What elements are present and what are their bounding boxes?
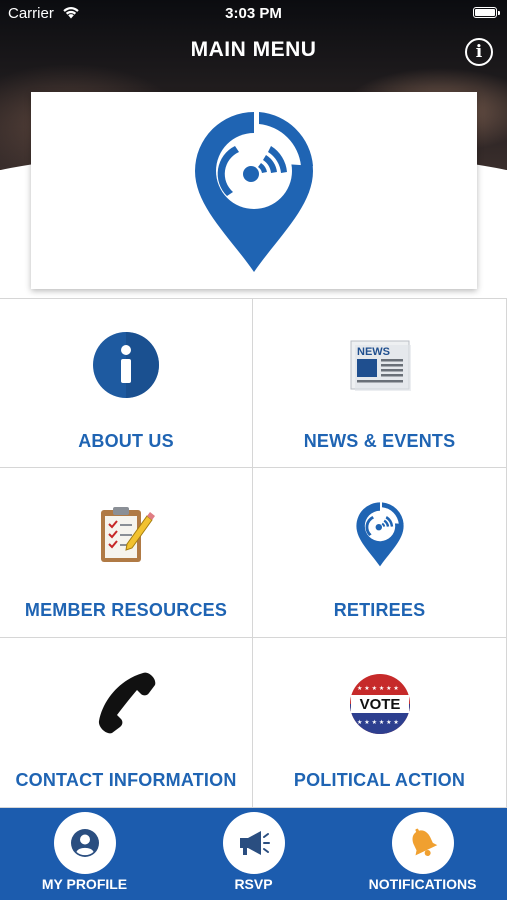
svg-text:★ ★ ★ ★ ★ ★: ★ ★ ★ ★ ★ ★ bbox=[357, 685, 399, 692]
tab-label: MY PROFILE bbox=[41, 876, 128, 892]
user-icon bbox=[70, 829, 99, 857]
info-button[interactable]: i bbox=[465, 38, 493, 66]
menu-member-resources[interactable]: MEMBER RESOURCES bbox=[0, 468, 253, 638]
bell-icon bbox=[412, 828, 437, 856]
menu-political-action[interactable]: ★ ★ ★ ★ ★ ★ ★ ★ ★ ★ ★ ★ VOTE POLITICAL A… bbox=[253, 638, 507, 808]
status-bar: Carrier 3:03 PM bbox=[0, 0, 507, 28]
info-icon: i bbox=[475, 42, 483, 62]
tab-label: RSVP bbox=[234, 876, 273, 892]
tab-notifications[interactable]: NOTIFICATIONS bbox=[338, 808, 507, 900]
tab-rsvp[interactable]: RSVP bbox=[169, 808, 338, 900]
tab-my-profile[interactable]: MY PROFILE bbox=[0, 808, 169, 900]
menu-label: ABOUT US bbox=[78, 431, 174, 451]
svg-text:★ ★ ★ ★ ★ ★: ★ ★ ★ ★ ★ ★ bbox=[357, 719, 399, 726]
page-title: MAIN MENU bbox=[190, 38, 317, 61]
bottom-tab-bar: MY PROFILE RSVP NOTIFICATIONS bbox=[0, 808, 507, 900]
vote-text: VOTE bbox=[359, 696, 400, 713]
menu-contact-information[interactable]: CONTACT INFORMATION bbox=[0, 638, 253, 808]
vote-button-icon: ★ ★ ★ ★ ★ ★ ★ ★ ★ ★ ★ ★ VOTE bbox=[349, 674, 410, 734]
newspaper-text: NEWS bbox=[357, 346, 390, 358]
megaphone-icon bbox=[239, 831, 270, 855]
menu-label: POLITICAL ACTION bbox=[293, 770, 466, 790]
menu-news-events[interactable]: NEWS NEWS & EVENTS bbox=[253, 298, 507, 468]
menu-retirees[interactable]: RETIREES bbox=[253, 468, 507, 638]
status-time: 3:03 PM bbox=[225, 5, 282, 22]
menu-about-us[interactable]: ABOUT US bbox=[0, 298, 253, 468]
battery-icon bbox=[473, 7, 500, 18]
menu-grid: ABOUT US NEWS NEWS & EVENTS MEMBER RESOU… bbox=[0, 298, 507, 808]
menu-label: MEMBER RESOURCES bbox=[24, 600, 228, 620]
menu-label: CONTACT INFORMATION bbox=[15, 770, 237, 790]
tab-label: NOTIFICATIONS bbox=[368, 876, 477, 892]
clipboard-checklist-icon bbox=[101, 507, 155, 562]
menu-label: NEWS & EVENTS bbox=[303, 431, 456, 451]
location-pin-signal-icon bbox=[195, 111, 313, 272]
info-circle-icon bbox=[93, 332, 159, 398]
newspaper-icon: NEWS bbox=[350, 340, 411, 391]
menu-label: RETIREES bbox=[333, 600, 426, 620]
logo-card bbox=[31, 92, 477, 289]
phone-icon bbox=[98, 672, 156, 734]
location-pin-signal-icon bbox=[355, 502, 404, 567]
